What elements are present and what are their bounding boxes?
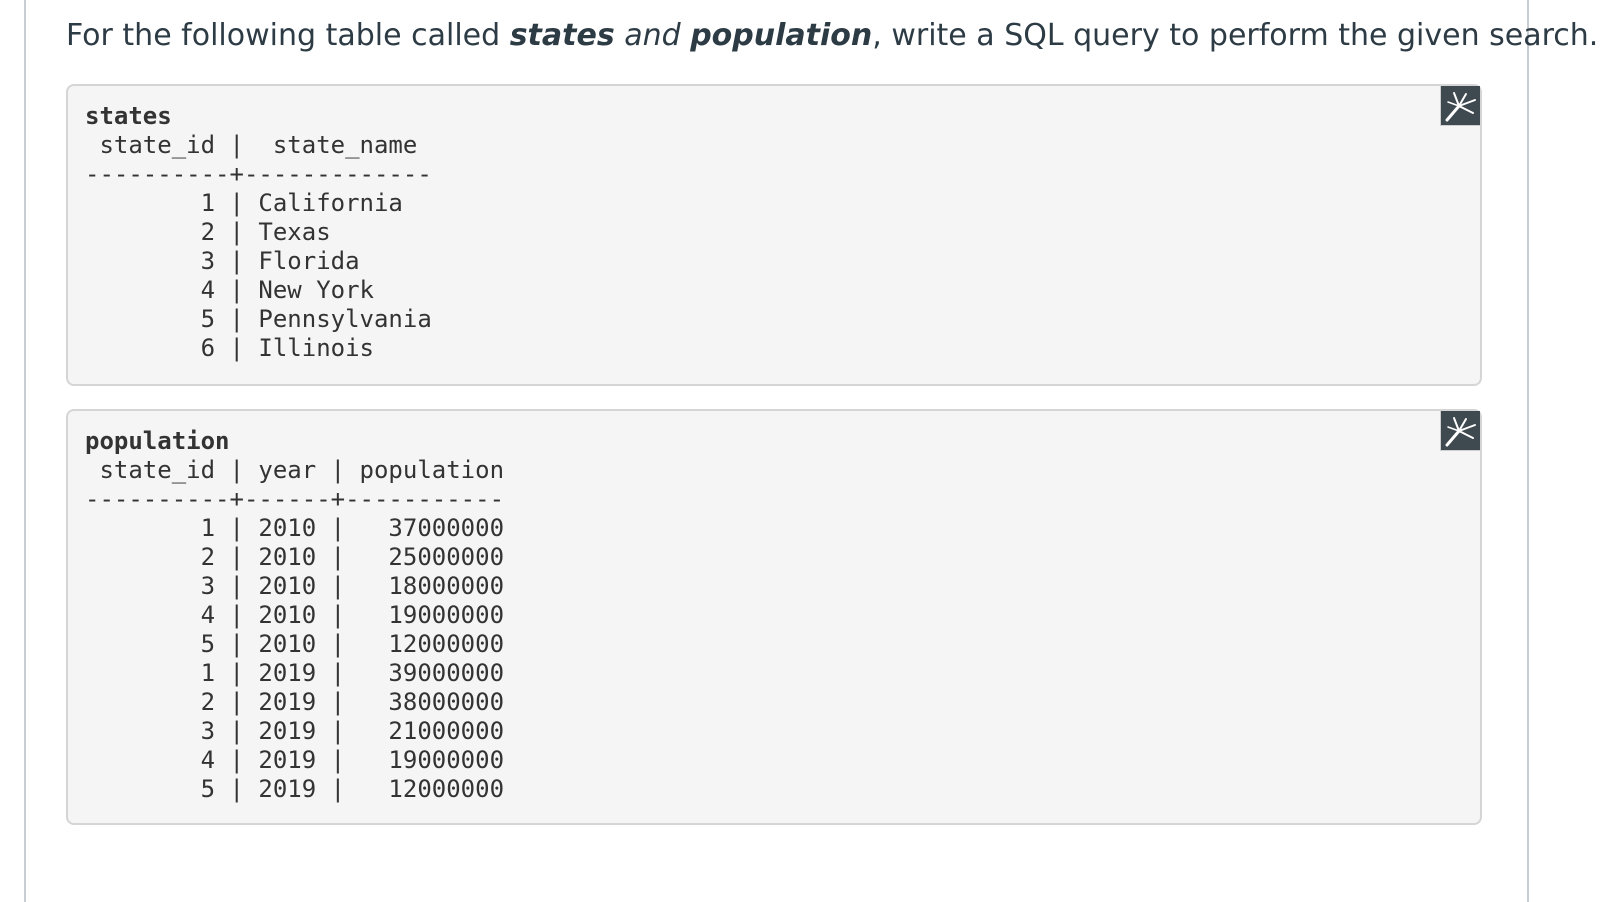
question-prompt: For the following table called states an… — [66, 14, 1598, 58]
population-table-body: state_id | year | population ----------+… — [85, 456, 505, 803]
question-suffix: , write a SQL query to perform the given… — [872, 18, 1599, 53]
drawing-tool-icon — [1445, 416, 1476, 446]
states-table-title: states — [85, 102, 172, 130]
population-drawing-tool-button[interactable] — [1440, 411, 1480, 451]
population-code-block: population state_id | year | population … — [66, 409, 1482, 825]
table-name-population: population — [690, 18, 873, 53]
table-name-states: states — [509, 18, 615, 53]
population-table-title: population — [85, 427, 230, 455]
question-and: and — [614, 18, 691, 53]
states-code-block: states state_id | state_name ----------+… — [66, 84, 1482, 386]
drawing-tool-icon — [1445, 91, 1476, 121]
question-prefix: For the following table called — [66, 18, 510, 53]
states-table-body: state_id | state_name ----------+-------… — [85, 131, 432, 362]
states-drawing-tool-button[interactable] — [1440, 86, 1480, 126]
